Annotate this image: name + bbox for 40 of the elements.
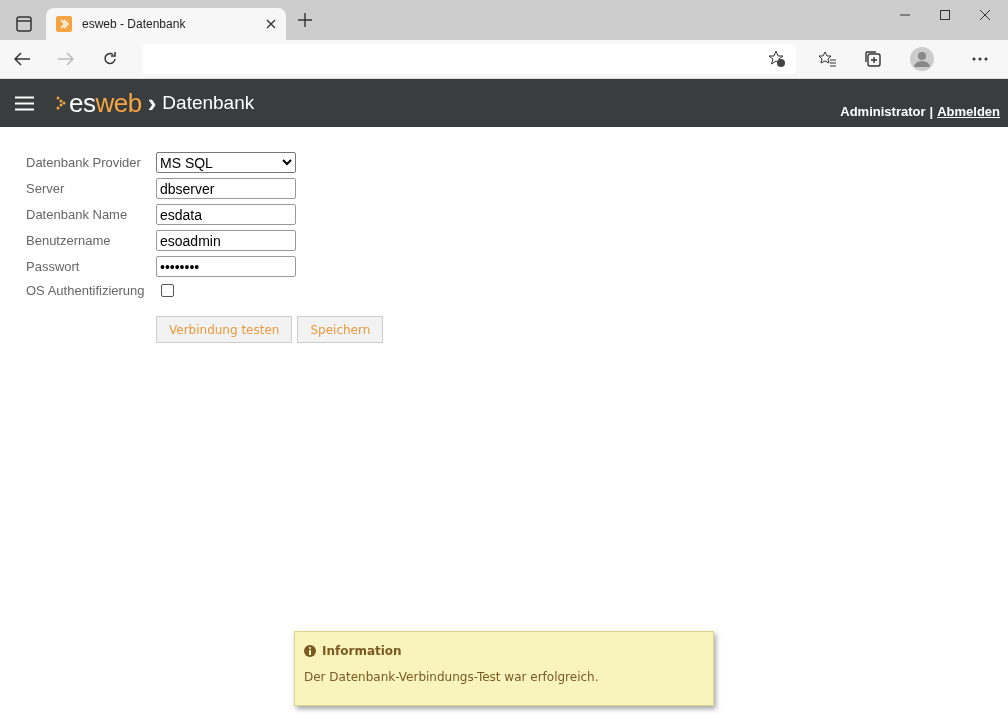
profile-avatar-icon[interactable] (910, 47, 934, 71)
favorite-add-icon[interactable] (768, 50, 786, 68)
forward-arrow-icon (58, 52, 74, 66)
maximize-icon[interactable] (940, 10, 950, 20)
menu-icon[interactable] (15, 95, 34, 111)
caret-icon (282, 159, 292, 166)
field-label: Datenbank Name (26, 207, 129, 222)
toast-title: Information (322, 644, 402, 658)
input-field[interactable]: •••••••• (156, 256, 296, 277)
field-label: Datenbank Provider (26, 155, 142, 170)
info-icon (304, 645, 316, 657)
provider-dropdown[interactable]: MS SQL (156, 152, 296, 173)
reload-icon[interactable] (102, 51, 118, 67)
input-field[interactable]: esoadmin (156, 230, 296, 251)
back-arrow-icon[interactable] (14, 52, 30, 66)
close-icon[interactable] (980, 10, 990, 20)
sidebar-icon[interactable] (16, 16, 32, 32)
field-label: Server (26, 181, 66, 196)
input-field[interactable]: dbserver (156, 178, 296, 199)
close-icon[interactable] (266, 19, 276, 29)
checkbox[interactable] (161, 284, 174, 297)
logout-link[interactable]: Abmelden (937, 104, 1000, 119)
field-label: Benutzername (26, 233, 112, 248)
esweb-logo[interactable]: esweb (56, 87, 142, 119)
favorites-icon[interactable] (818, 51, 836, 67)
field-label: OS Authentifizierung (26, 283, 146, 298)
new-tab-icon[interactable] (298, 13, 312, 27)
page-title: Datenbank (162, 92, 255, 114)
chevrons-icon (56, 96, 66, 110)
tab-title: esweb - Datenbank (82, 17, 187, 31)
divider-text: | (929, 104, 934, 119)
toast-message: Der Datenbank-Verbindungs-Test war erfolgreich. (304, 670, 600, 684)
browser-tab[interactable]: esweb - Datenbank (46, 8, 286, 40)
field-label: Passwort (26, 259, 81, 274)
input-field[interactable]: esdata (156, 204, 296, 225)
more-icon[interactable] (972, 57, 988, 61)
breadcrumb-separator: › (147, 87, 157, 119)
site-logo-icon (56, 16, 72, 32)
collections-icon[interactable] (864, 50, 882, 68)
user-name: Administrator (840, 104, 926, 119)
